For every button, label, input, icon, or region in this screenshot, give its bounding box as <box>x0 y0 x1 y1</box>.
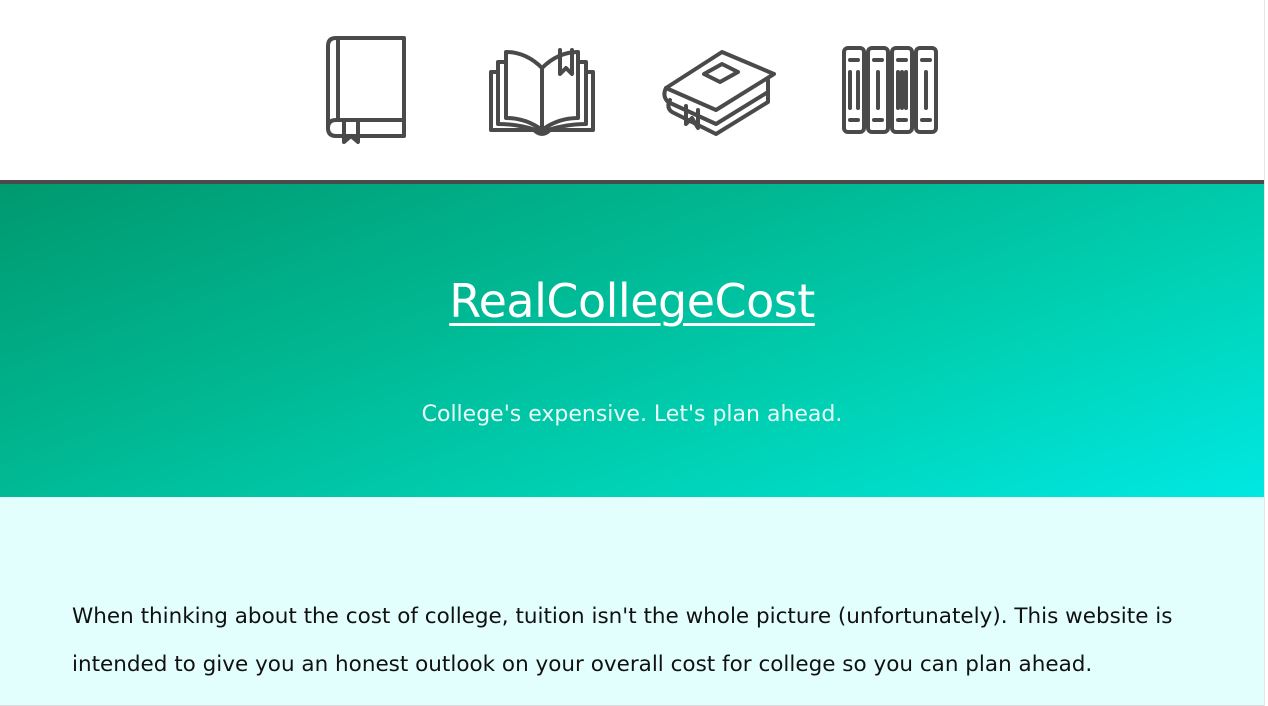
icon-header <box>0 0 1264 184</box>
lying-book-icon <box>662 50 776 136</box>
open-book-icon <box>489 48 595 136</box>
book-stack-icon <box>842 46 938 134</box>
hero-banner: RealCollegeCost College's expensive. Let… <box>0 184 1264 497</box>
intro-paragraph: When thinking about the cost of college,… <box>72 604 1173 677</box>
intro-section: When thinking about the cost of college,… <box>0 497 1264 706</box>
page: RealCollegeCost College's expensive. Let… <box>0 0 1265 706</box>
closed-book-icon <box>326 36 406 144</box>
tagline: College's expensive. Let's plan ahead. <box>421 402 843 427</box>
site-title-link[interactable]: RealCollegeCost <box>0 274 1264 328</box>
